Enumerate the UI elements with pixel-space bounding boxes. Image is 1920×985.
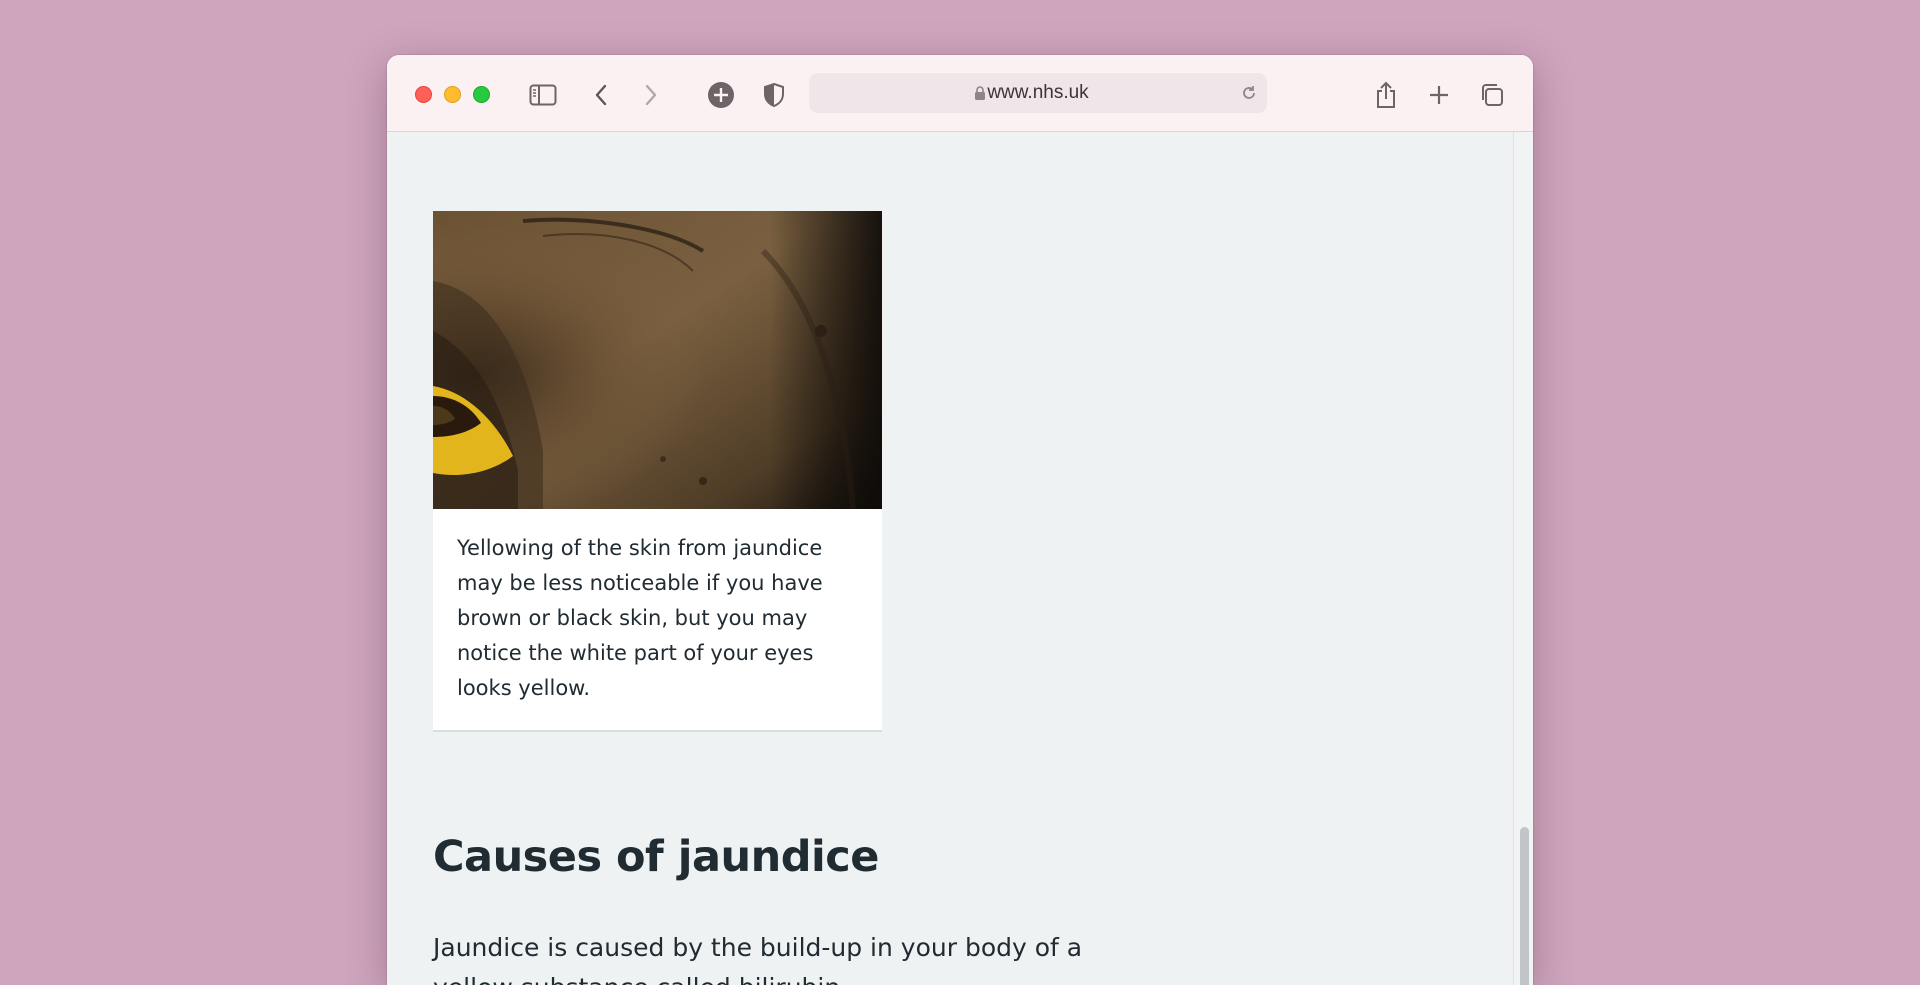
sidebar-icon[interactable] bbox=[527, 79, 559, 111]
back-icon[interactable] bbox=[585, 79, 617, 111]
jaundice-figure: Yellowing of the skin from jaundice may … bbox=[433, 211, 882, 732]
page-content: Yellowing of the skin from jaundice may … bbox=[387, 132, 1513, 985]
figure-caption: Yellowing of the skin from jaundice may … bbox=[433, 509, 882, 732]
address-bar[interactable]: www.nhs.uk bbox=[809, 73, 1267, 113]
reload-icon[interactable] bbox=[1239, 83, 1259, 108]
url-text: www.nhs.uk bbox=[987, 82, 1089, 103]
jaundice-eye-photo bbox=[433, 211, 882, 509]
browser-window: www.nhs.uk Yellowing of the skin from ja… bbox=[387, 55, 1533, 985]
vertical-scrollbar[interactable] bbox=[1513, 132, 1533, 985]
maximize-window-button[interactable] bbox=[473, 86, 490, 103]
scrollbar-thumb[interactable] bbox=[1520, 827, 1529, 985]
tab-overview-icon[interactable] bbox=[1476, 79, 1508, 111]
share-icon[interactable] bbox=[1370, 79, 1402, 111]
extensions-icon[interactable] bbox=[705, 79, 737, 111]
forward-icon[interactable] bbox=[635, 79, 667, 111]
browser-toolbar: www.nhs.uk bbox=[387, 55, 1533, 132]
section-paragraph: Jaundice is caused by the build-up in yo… bbox=[433, 933, 1083, 985]
section-heading: Causes of jaundice bbox=[433, 832, 879, 882]
new-tab-icon[interactable] bbox=[1423, 79, 1455, 111]
close-window-button[interactable] bbox=[415, 86, 432, 103]
privacy-shield-icon[interactable] bbox=[758, 79, 790, 111]
minimize-window-button[interactable] bbox=[444, 86, 461, 103]
